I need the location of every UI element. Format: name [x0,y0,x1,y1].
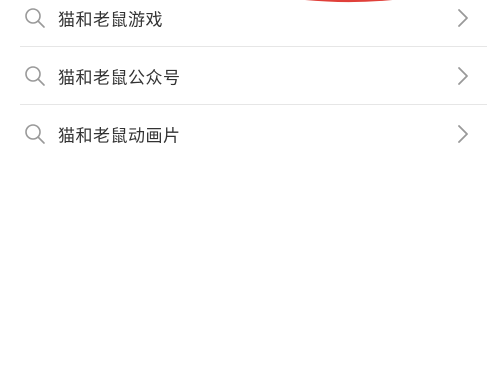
divider [20,46,487,47]
search-icon [25,8,45,28]
suggestion-label: 猫和老鼠游戏 [58,10,163,31]
chevron-right-icon [458,9,468,27]
suggestion-row-game[interactable]: 猫和老鼠游戏 [0,0,487,43]
suggestion-label: 猫和老鼠动画片 [58,126,181,147]
chevron-right-icon [458,125,468,143]
search-icon [25,124,45,144]
suggestion-row-cartoon[interactable]: 猫和老鼠动画片 [0,109,487,159]
chevron-right-icon [458,67,468,85]
divider [20,104,487,105]
search-icon [25,66,45,86]
suggestion-row-official-account[interactable]: 猫和老鼠公众号 [0,51,487,101]
suggestion-label: 猫和老鼠公众号 [58,68,181,89]
